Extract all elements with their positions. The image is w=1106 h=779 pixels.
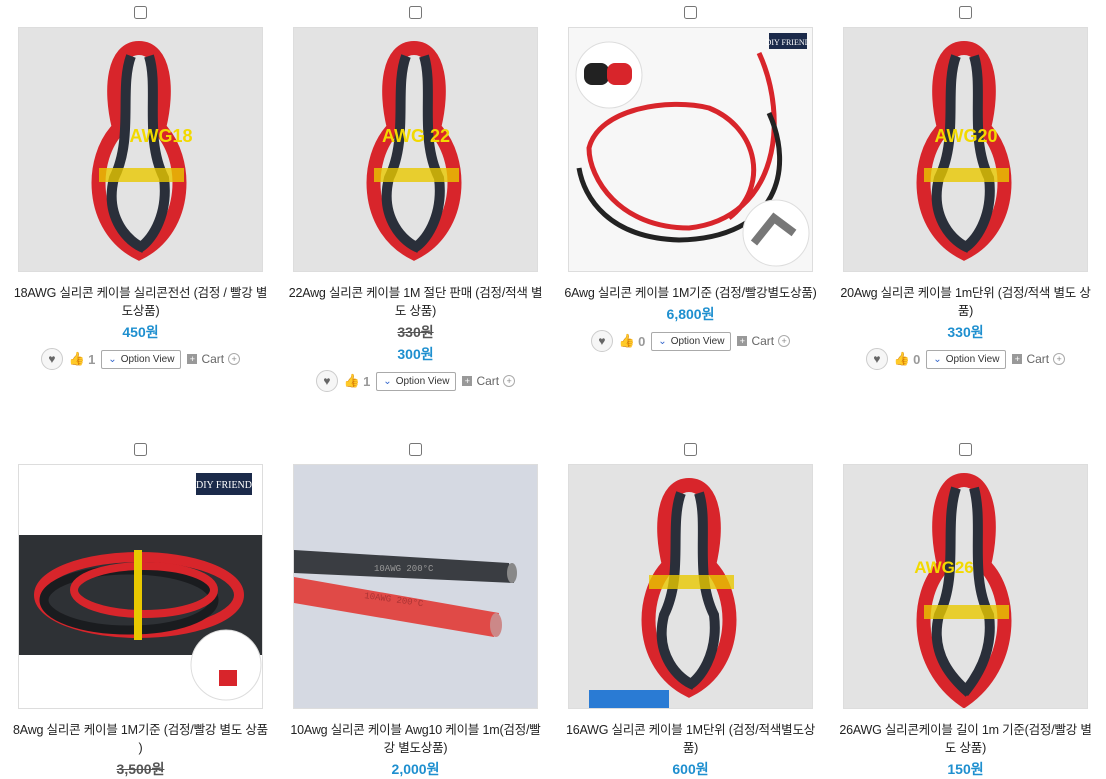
original-price: 330원	[397, 324, 434, 340]
plus-circle-icon: +	[778, 335, 791, 347]
product-name[interactable]: 8Awg 실리콘 케이블 1M기준 (검정/빨강 별도 상품 )	[11, 721, 270, 757]
cart-button[interactable]: + Cart +	[462, 374, 516, 388]
product-name[interactable]: 20Awg 실리콘 케이블 1m단위 (검정/적색 별도 상품)	[836, 284, 1095, 320]
thumbs-up-icon: 👍	[343, 373, 361, 388]
option-view-button[interactable]: ⌄ Option View	[926, 349, 1007, 369]
product-card: AWG 22 22Awg 실리콘 케이블 1M 절단 판매 (검정/적색 별도 …	[278, 0, 553, 392]
cable-loop-image: DIY FRIEND	[569, 28, 812, 271]
select-checkbox[interactable]	[959, 443, 972, 456]
option-view-button[interactable]: ⌄ Option View	[101, 349, 182, 369]
wishlist-heart-icon[interactable]: ♥	[865, 348, 888, 370]
svg-text:AWG 22: AWG 22	[382, 126, 450, 146]
cable-coil-image: AWG 22	[294, 28, 537, 271]
like-button[interactable]: 👍 0	[619, 333, 645, 349]
product-card: AWG18 18AWG 실리콘 케이블 실리콘전선 (검정 / 빨강 별도상품)…	[3, 0, 278, 370]
product-name[interactable]: 22Awg 실리콘 케이블 1M 절단 판매 (검정/적색 별도 상품)	[286, 284, 545, 320]
product-price: 330원	[947, 324, 984, 340]
cable-coil-image: AWG26	[844, 465, 1087, 708]
chevron-down-icon: ⌄	[383, 375, 392, 387]
plus-circle-icon: +	[1053, 353, 1066, 365]
like-button[interactable]: 👍 0	[894, 351, 920, 367]
product-actions: ♥ 👍 1 ⌄ Option View + Cart +	[3, 348, 278, 370]
product-actions: ♥ 👍 1 ⌄ Option View + Cart +	[278, 370, 553, 392]
product-price: 2,000원	[391, 761, 440, 777]
product-image[interactable]: DIY FRIEND	[18, 464, 263, 709]
select-checkbox[interactable]	[684, 6, 697, 19]
cart-button[interactable]: + Cart +	[737, 334, 791, 348]
option-view-button[interactable]: ⌄ Option View	[651, 331, 732, 351]
product-image[interactable]: AWG18	[18, 27, 263, 272]
select-checkbox[interactable]	[409, 6, 422, 19]
product-price: 150원	[947, 761, 984, 777]
plus-circle-icon: +	[228, 353, 241, 365]
plus-circle-icon: +	[503, 375, 516, 387]
product-card: 10AWG 200°C 10AWG 200°C 10Awg 실리콘 케이블 Aw…	[278, 437, 553, 779]
svg-text:AWG20: AWG20	[934, 126, 997, 146]
product-actions: ♥ 👍 0 ⌄ Option View + Cart +	[828, 348, 1103, 370]
wishlist-heart-icon[interactable]: ♥	[40, 348, 63, 370]
chevron-down-icon: ⌄	[658, 335, 667, 347]
svg-text:10AWG 200°C: 10AWG 200°C	[374, 564, 434, 574]
chevron-down-icon: ⌄	[108, 353, 117, 365]
product-image[interactable]: AWG 22	[293, 27, 538, 272]
select-checkbox[interactable]	[134, 6, 147, 19]
svg-text:AWG26: AWG26	[914, 558, 974, 577]
wishlist-heart-icon[interactable]: ♥	[315, 370, 338, 392]
product-name[interactable]: 16AWG 실리콘 케이블 1M단위 (검정/적색별도상품)	[561, 721, 820, 757]
cart-square-icon: +	[737, 336, 748, 346]
svg-text:AWG18: AWG18	[129, 126, 192, 146]
cable-straight-image: 10AWG 200°C 10AWG 200°C	[294, 465, 537, 708]
product-image[interactable]	[568, 464, 813, 709]
like-button[interactable]: 👍 1	[69, 351, 95, 367]
option-view-button[interactable]: ⌄ Option View	[376, 371, 457, 391]
product-card: AWG20 20Awg 실리콘 케이블 1m단위 (검정/적색 별도 상품) 3…	[828, 0, 1103, 370]
product-price: 300원	[397, 346, 434, 362]
cart-button[interactable]: + Cart +	[1012, 352, 1066, 366]
thumbs-up-icon: 👍	[618, 333, 636, 348]
product-name[interactable]: 6Awg 실리콘 케이블 1M기준 (검정/빨강별도상품)	[561, 284, 820, 302]
product-image[interactable]: DIY FRIEND	[568, 27, 813, 272]
original-price: 3,500원	[116, 761, 165, 777]
product-image[interactable]: AWG20	[843, 27, 1088, 272]
select-checkbox[interactable]	[959, 6, 972, 19]
select-checkbox[interactable]	[409, 443, 422, 456]
cable-bundle-image: DIY FRIEND	[19, 465, 262, 708]
product-price: 600원	[672, 761, 709, 777]
cart-button[interactable]: + Cart +	[187, 352, 241, 366]
like-button[interactable]: 👍 1	[344, 373, 370, 389]
chevron-down-icon: ⌄	[933, 353, 942, 365]
cable-coil-image: AWG18	[19, 28, 262, 271]
select-checkbox[interactable]	[134, 443, 147, 456]
cable-coil-image: AWG20	[844, 28, 1087, 271]
thumbs-up-icon: 👍	[893, 351, 911, 366]
product-card: 16AWG 실리콘 케이블 1M단위 (검정/적색별도상품) 600원	[553, 437, 828, 779]
product-card: AWG26 26AWG 실리콘케이블 길이 1m 기준(검정/빨강 별도 상품)…	[828, 437, 1103, 779]
product-price: 450원	[122, 324, 159, 340]
svg-text:DIY FRIEND: DIY FRIEND	[766, 38, 811, 47]
product-actions: ♥ 👍 0 ⌄ Option View + Cart +	[553, 330, 828, 352]
cart-square-icon: +	[462, 376, 473, 386]
product-price: 6,800원	[666, 306, 715, 322]
svg-text:DIY FRIEND: DIY FRIEND	[196, 480, 252, 491]
wishlist-heart-icon[interactable]: ♥	[590, 330, 613, 352]
select-checkbox[interactable]	[684, 443, 697, 456]
product-card: DIY FRIEND 6Awg 실리콘 케이블 1M기준 (검정/빨강별도상품)…	[553, 0, 828, 352]
product-name[interactable]: 18AWG 실리콘 케이블 실리콘전선 (검정 / 빨강 별도상품)	[11, 284, 270, 320]
product-image[interactable]: AWG26	[843, 464, 1088, 709]
cable-coil-image	[569, 465, 812, 708]
product-name[interactable]: 26AWG 실리콘케이블 길이 1m 기준(검정/빨강 별도 상품)	[836, 721, 1095, 757]
product-name[interactable]: 10Awg 실리콘 케이블 Awg10 케이블 1m(검정/빨강 별도상품)	[286, 721, 545, 757]
cart-square-icon: +	[187, 354, 198, 364]
cart-square-icon: +	[1012, 354, 1023, 364]
product-image[interactable]: 10AWG 200°C 10AWG 200°C	[293, 464, 538, 709]
thumbs-up-icon: 👍	[68, 351, 86, 366]
product-card: DIY FRIEND 8Awg 실리콘 케이블 1M기준 (검정/빨강 별도 상…	[3, 437, 278, 779]
